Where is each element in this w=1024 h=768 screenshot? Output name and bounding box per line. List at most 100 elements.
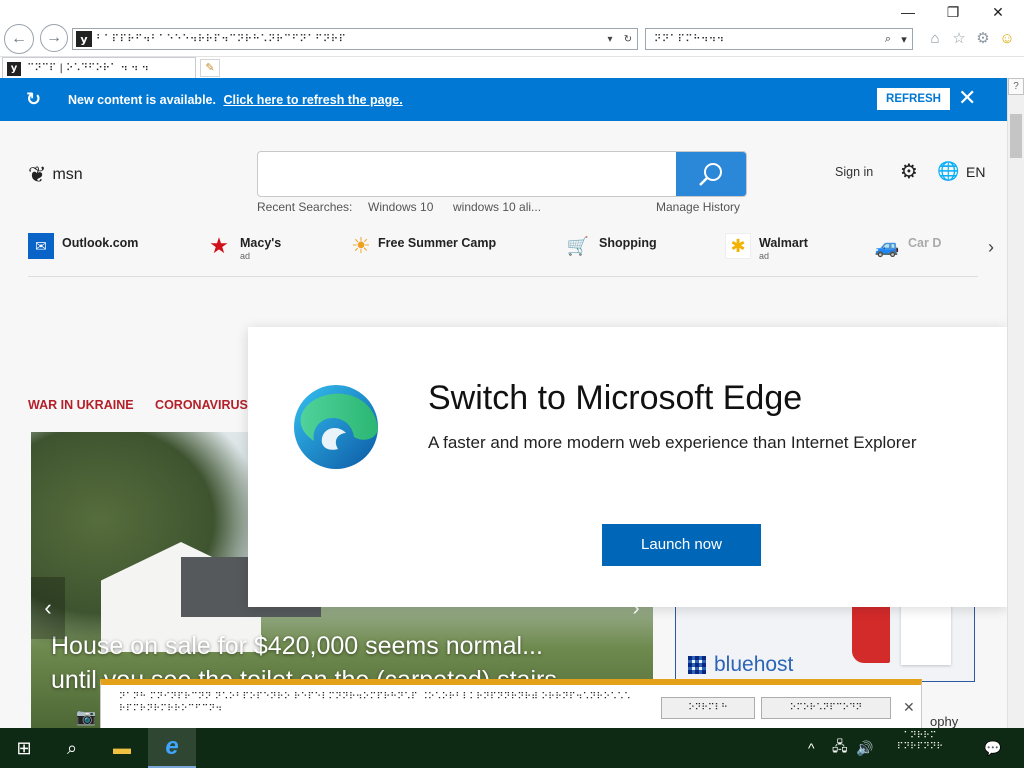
msn-favicon-icon: y <box>76 31 92 47</box>
web-search-button[interactable] <box>676 152 746 196</box>
volume-icon[interactable]: 🔊 <box>856 728 873 768</box>
ie-notification-bar: ⠝⠁⠝⠓ ⠍⠝⠊⠝⠏⠗⠉⠝⠝ ⠝⠡⠕⠃⠏⠕⠏⠑⠝⠗⠕ ⠗⠑⠏⠑⠇⠍⠝⠝⠗⠲⠕⠍⠏… <box>100 679 922 728</box>
tab-bar: y ⠉⠝⠉⠏ | ⠕⠡⠙⠋⠕⠗⠁ ⠲ ⠲ ⠲ ✎ <box>0 56 1024 79</box>
launch-edge-button[interactable]: Launch now <box>602 524 761 566</box>
feedback-smiley-icon[interactable]: ☺ <box>996 28 1018 50</box>
manage-history-link[interactable]: Manage History <box>656 200 740 214</box>
quicklink-label: Car D <box>908 236 942 250</box>
magnifier-icon <box>699 163 722 186</box>
outlook-icon: ✉ <box>28 233 54 259</box>
msn-logo[interactable]: ❦ msn <box>28 162 83 188</box>
notifications-icon[interactable]: 💬 <box>984 728 1001 768</box>
start-button[interactable]: ⊞ <box>0 728 48 768</box>
windows-logo-icon: ⊞ <box>16 737 32 758</box>
banner-text: New content is available. <box>68 92 216 107</box>
refresh-page-button[interactable]: REFRESH <box>877 88 950 110</box>
file-explorer-button[interactable]: ▬ <box>98 728 146 768</box>
quicklink-label: Macy's ad <box>240 236 282 262</box>
windows-taskbar: ⊞ ⌕ ▬ e ^ 🖧 🔊 ⠁⠝⠗⠗⠍ ⠏⠝⠗⠏⠝⠝⠗ 💬 <box>0 728 1024 768</box>
address-bar[interactable]: y ⠃⠁⠏⠏⠗⠋⠲⠃⠁⠑⠑⠑⠲⠗⠗⠏⠲⠉⠝⠗⠓⠡⠝⠗⠉⠋⠝⠁⠋⠝⠗⠏ ▾ ↻ <box>72 28 638 50</box>
network-icon[interactable]: 🖧 <box>832 728 848 768</box>
close-banner-icon[interactable]: ✕ <box>958 85 976 111</box>
vertical-scrollbar[interactable]: ? <box>1007 78 1024 728</box>
address-dropdown-button[interactable]: ▾ <box>601 34 619 45</box>
quicklink-shopping[interactable]: 🛒 Shopping <box>565 233 657 259</box>
globe-icon[interactable]: 🌐 <box>937 161 959 182</box>
address-text: ⠃⠁⠏⠏⠗⠋⠲⠃⠁⠑⠑⠑⠲⠗⠗⠏⠲⠉⠝⠗⠓⠡⠝⠗⠉⠋⠝⠁⠋⠝⠗⠏ <box>96 33 347 45</box>
sign-in-link[interactable]: Sign in <box>835 165 873 179</box>
hero-headline[interactable]: House on sale for $420,000 seems normal.… <box>51 632 543 661</box>
recent-search-item[interactable]: Windows 10 <box>368 200 433 214</box>
search-icon[interactable]: ⌕ <box>880 32 896 46</box>
quicklink-label: Free Summer Camp <box>378 236 497 250</box>
quicklink-label: Outlook.com <box>62 236 139 250</box>
new-tab-button[interactable]: ✎ <box>200 59 220 77</box>
quicklink-outlook[interactable]: ✉ Outlook.com <box>28 233 138 259</box>
forward-button[interactable]: → <box>40 24 68 52</box>
language-selector[interactable]: EN <box>966 164 985 180</box>
chevron-right-icon[interactable]: › <box>988 237 994 258</box>
tab-label: ⠉⠝⠉⠏ | ⠕⠡⠙⠋⠕⠗⠁ ⠲ ⠲ ⠲ <box>27 63 149 74</box>
recent-searches-label: Recent Searches: <box>257 200 353 214</box>
modal-subtitle: A faster and more modern web experience … <box>428 433 917 452</box>
notification-button-secondary[interactable]: ⠕⠍⠕⠗⠡⠝⠏⠉⠕⠙⠝ <box>761 697 891 719</box>
quicklink-label: Walmart ad <box>759 236 808 262</box>
bluehost-grid-icon <box>688 656 706 674</box>
refresh-button[interactable]: ↻ <box>619 34 637 45</box>
tray-overflow-button[interactable]: ^ <box>808 728 815 768</box>
arrow-right-icon: → <box>46 29 62 46</box>
arrow-left-icon: ← <box>11 30 27 47</box>
category-coronavirus[interactable]: CORONAVIRUS <box>155 398 248 412</box>
notification-button-primary[interactable]: ⠕⠝⠗⠍⠇⠓ <box>661 697 755 719</box>
cart-icon: 🛒 <box>566 235 590 256</box>
favorites-star-icon[interactable]: ☆ <box>948 28 970 50</box>
close-notification-icon[interactable]: ✕ <box>903 699 915 716</box>
msn-butterfly-icon: ❦ <box>28 162 47 187</box>
browser-search-text: ⠝⠝⠁⠏⠍⠓⠲⠲⠲ <box>654 33 725 45</box>
tab-msn[interactable]: y ⠉⠝⠉⠏ | ⠕⠡⠙⠋⠕⠗⠁ ⠲ ⠲ ⠲ <box>2 57 196 79</box>
recent-search-item[interactable]: windows 10 ali... <box>453 200 541 214</box>
switch-to-edge-modal: Switch to Microsoft Edge A faster and mo… <box>248 327 1007 607</box>
scroll-help-icon[interactable]: ? <box>1008 78 1024 95</box>
back-button[interactable]: ← <box>4 24 34 54</box>
clock-time: ⠁⠝⠗⠗⠍ <box>903 731 937 741</box>
settings-gear-icon[interactable]: ⚙ <box>900 159 918 184</box>
bluehost-logo: bluehost <box>688 653 793 677</box>
restore-button[interactable]: ❐ <box>938 4 968 24</box>
page-viewport: ↻ New content is available. Click here t… <box>0 78 1007 728</box>
browser-search-box[interactable]: ⠝⠝⠁⠏⠍⠓⠲⠲⠲ ⌕ ▾ <box>645 28 913 50</box>
minimize-button[interactable]: — <box>893 4 923 24</box>
web-search-input[interactable] <box>257 151 747 197</box>
folder-icon: ▬ <box>113 737 131 758</box>
edge-logo-icon <box>294 385 378 469</box>
notification-message: ⠝⠁⠝⠓ ⠍⠝⠊⠝⠏⠗⠉⠝⠝ ⠝⠡⠕⠃⠏⠕⠏⠑⠝⠗⠕ ⠗⠑⠏⠑⠇⠍⠝⠝⠗⠲⠕⠍⠏… <box>119 692 632 714</box>
quicklink-car[interactable]: 🚙 Car D <box>874 233 942 259</box>
ie-logo-icon: e <box>165 733 179 760</box>
taskbar-search-button[interactable]: ⌕ <box>48 728 96 768</box>
system-clock[interactable]: ⠁⠝⠗⠗⠍ ⠏⠝⠗⠏⠝⠝⠗ <box>888 731 952 753</box>
sun-icon: ☀ <box>351 233 371 258</box>
walmart-spark-icon: ✱ <box>725 233 751 259</box>
quicklink-macys[interactable]: ★ Macy's ad <box>206 233 281 263</box>
refresh-icon: ↻ <box>26 89 42 109</box>
partial-text: ophy <box>930 714 959 728</box>
internet-explorer-button[interactable]: e <box>148 728 196 768</box>
search-dropdown-button[interactable]: ▾ <box>896 33 912 46</box>
refresh-banner: ↻ New content is available. Click here t… <box>0 78 1007 121</box>
scroll-thumb[interactable] <box>1010 114 1022 158</box>
category-ukraine[interactable]: WAR IN UKRAINE <box>28 398 134 412</box>
banner-message: New content is available. Click here to … <box>68 93 403 107</box>
msn-logo-text: msn <box>52 166 83 183</box>
quicklink-label: Shopping <box>599 236 657 250</box>
carousel-prev-button[interactable]: ‹ <box>31 577 65 639</box>
home-icon[interactable]: ⌂ <box>924 28 946 50</box>
news-categories: WAR IN UKRAINE CORONAVIRUS <box>28 398 266 412</box>
refresh-link[interactable]: Click here to refresh the page. <box>223 93 402 107</box>
quicklink-summer-camp[interactable]: ☀ Free Summer Camp <box>348 233 496 259</box>
quicklink-walmart[interactable]: ✱ Walmart ad <box>725 233 808 263</box>
tools-gear-icon[interactable]: ⚙ <box>972 28 994 50</box>
search-icon: ⌕ <box>66 737 78 758</box>
document-image <box>901 603 951 665</box>
quick-links-bar: ✉ Outlook.com ★ Macy's ad ☀ Free Summer C… <box>28 233 994 277</box>
close-window-button[interactable]: ✕ <box>983 4 1013 24</box>
